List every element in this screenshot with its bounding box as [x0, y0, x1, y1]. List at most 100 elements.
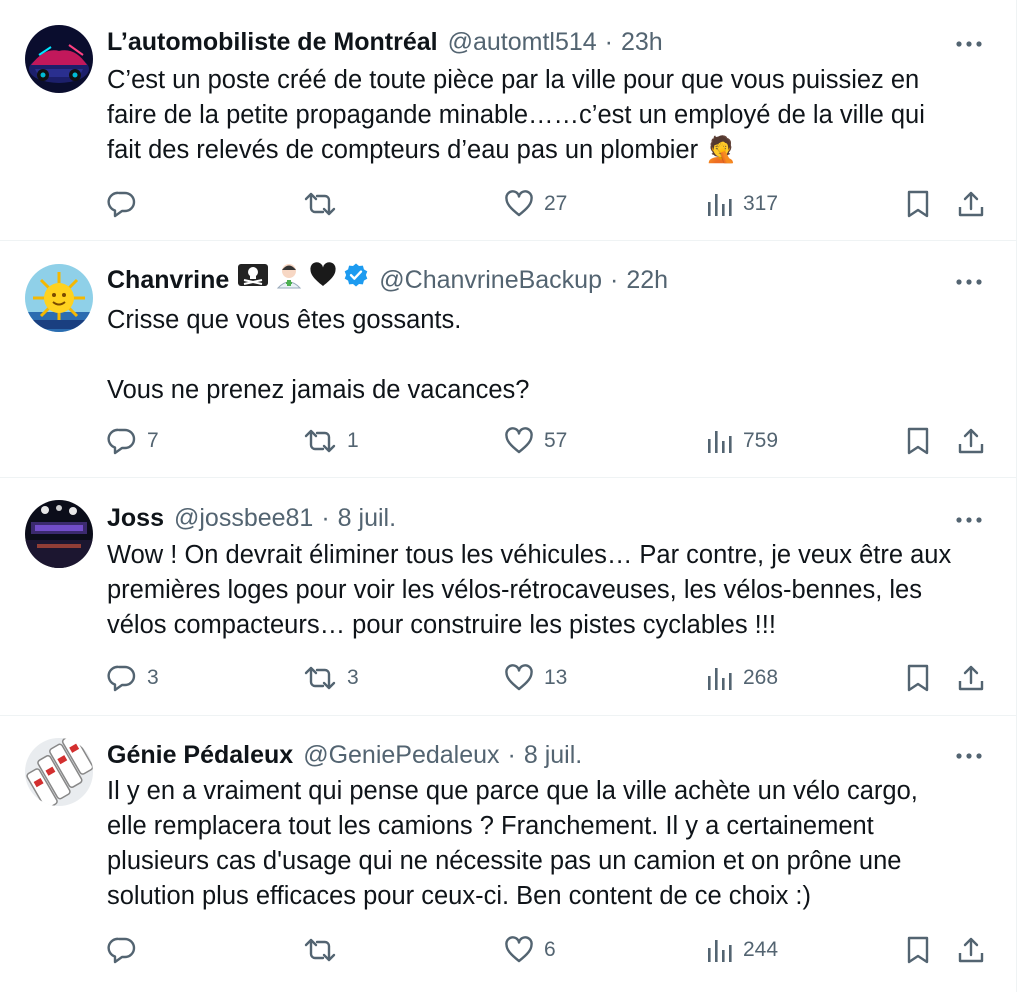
tweet-header: L’automobiliste de Montréal @automtl514 … — [107, 24, 663, 60]
views-button[interactable]: 759 — [707, 424, 778, 458]
tweet-text: Wow ! On devrait éliminer tous les véhic… — [107, 541, 952, 639]
separator: · — [507, 741, 516, 769]
author-name[interactable]: Chanvrine — [107, 262, 229, 298]
tweet[interactable]: L’automobiliste de Montréal @automtl514 … — [0, 0, 1016, 241]
author-name[interactable]: Génie Pédaleux — [107, 737, 293, 773]
share-button[interactable] — [957, 187, 985, 221]
retweet-button[interactable] — [303, 187, 347, 221]
reply-count: 7 — [147, 429, 159, 452]
separator: · — [321, 504, 330, 532]
author-handle[interactable]: @automtl514 — [448, 24, 597, 60]
author-handle[interactable]: @GeniePedaleux — [303, 737, 499, 773]
views-icon — [707, 190, 733, 218]
reply-button[interactable]: 7 — [107, 424, 159, 458]
bookmark-button[interactable] — [905, 661, 931, 695]
tweet-header: Chanvrine @ChanvrineBackup · 22h — [107, 262, 668, 298]
share-icon — [957, 935, 985, 965]
bookmark-icon — [905, 426, 931, 456]
reply-icon — [107, 427, 137, 455]
share-button[interactable] — [957, 933, 985, 967]
like-count: 57 — [544, 429, 568, 452]
retweet-button[interactable] — [303, 933, 347, 967]
bookmark-button[interactable] — [905, 933, 931, 967]
more-icon[interactable] — [952, 508, 986, 532]
like-button[interactable]: 27 — [504, 187, 567, 221]
reply-icon — [107, 190, 137, 218]
timestamp[interactable]: 8 juil. — [338, 500, 396, 536]
views-button[interactable]: 244 — [707, 933, 778, 967]
timeline: L’automobiliste de Montréal @automtl514 … — [0, 0, 1017, 992]
share-icon — [957, 426, 985, 456]
action-bar: 6 244 — [107, 933, 997, 967]
share-button[interactable] — [957, 661, 985, 695]
tweet[interactable]: Chanvrine @ChanvrineBackup · 22h Crisse … — [0, 241, 1016, 478]
tweet[interactable]: Joss @jossbee81 · 8 juil. Wow ! On devra… — [0, 478, 1016, 716]
views-count: 759 — [743, 429, 779, 452]
name-emojis — [237, 261, 369, 299]
retweet-icon — [303, 936, 337, 964]
author-handle[interactable]: @jossbee81 — [174, 500, 313, 536]
heart-icon — [504, 190, 534, 218]
bookmark-icon — [905, 189, 931, 219]
share-icon — [957, 663, 985, 693]
timestamp[interactable]: 22h — [626, 262, 668, 298]
tweet-text: C’est un poste créé de toute pièce par l… — [107, 66, 925, 164]
like-count: 27 — [544, 192, 568, 215]
retweet-button[interactable]: 3 — [303, 661, 359, 695]
heart-icon — [504, 664, 534, 692]
reply-button[interactable]: 3 — [107, 661, 159, 695]
retweet-icon — [303, 664, 337, 692]
avatar[interactable] — [25, 738, 93, 806]
action-bar: 7 1 57 759 — [107, 424, 997, 458]
like-button[interactable]: 57 — [504, 424, 567, 458]
like-button[interactable]: 6 — [504, 933, 556, 967]
separator: · — [609, 266, 619, 294]
avatar[interactable] — [25, 264, 93, 332]
bookmark-icon — [905, 935, 931, 965]
reply-button[interactable] — [107, 933, 147, 967]
retweet-count: 3 — [347, 666, 359, 689]
tweet-header: Génie Pédaleux @GeniePedaleux · 8 juil. — [107, 737, 582, 773]
bookmark-button[interactable] — [905, 424, 931, 458]
views-count: 244 — [743, 938, 779, 961]
like-button[interactable]: 13 — [504, 661, 567, 695]
views-icon — [707, 664, 733, 692]
share-icon — [957, 189, 985, 219]
heart-icon — [504, 936, 534, 964]
bookmark-icon — [905, 663, 931, 693]
views-icon — [707, 427, 733, 455]
author-name[interactable]: L’automobiliste de Montréal — [107, 24, 438, 60]
avatar[interactable] — [25, 25, 93, 93]
avatar[interactable] — [25, 500, 93, 568]
heart-icon — [504, 427, 534, 455]
pirate-flag-icon — [237, 262, 269, 298]
author-handle[interactable]: @ChanvrineBackup — [379, 262, 602, 298]
views-button[interactable]: 317 — [707, 187, 778, 221]
like-count: 13 — [544, 666, 568, 689]
retweet-count: 1 — [347, 429, 359, 452]
more-icon[interactable] — [952, 32, 986, 56]
action-bar: 3 3 13 268 — [107, 661, 997, 695]
more-icon[interactable] — [952, 270, 986, 294]
timestamp[interactable]: 23h — [621, 24, 663, 60]
tweet[interactable]: Génie Pédaleux @GeniePedaleux · 8 juil. … — [0, 716, 1016, 992]
author-name[interactable]: Joss — [107, 500, 164, 536]
reply-button[interactable] — [107, 187, 147, 221]
health-worker-icon — [275, 261, 303, 299]
more-icon[interactable] — [952, 744, 986, 768]
reply-count: 3 — [147, 666, 159, 689]
tweet-text: Crisse que vous êtes gossants. Vous ne p… — [107, 306, 530, 404]
views-button[interactable]: 268 — [707, 661, 778, 695]
like-count: 6 — [544, 938, 556, 961]
verified-badge-icon[interactable] — [343, 262, 369, 298]
views-count: 317 — [743, 192, 779, 215]
retweet-button[interactable]: 1 — [303, 424, 359, 458]
reply-icon — [107, 936, 137, 964]
action-bar: 27 317 — [107, 187, 997, 221]
tweet-text: Il y en a vraiment qui pense que parce q… — [107, 777, 918, 910]
bookmark-button[interactable] — [905, 187, 931, 221]
timestamp[interactable]: 8 juil. — [524, 737, 582, 773]
share-button[interactable] — [957, 424, 985, 458]
tweet-header: Joss @jossbee81 · 8 juil. — [107, 500, 396, 536]
views-icon — [707, 936, 733, 964]
